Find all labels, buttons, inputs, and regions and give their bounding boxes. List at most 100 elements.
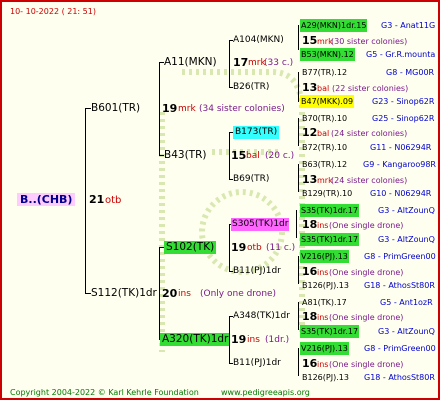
- gen2-count: 15: [231, 149, 247, 162]
- gen4-origin: G8 - PrimGreen00: [364, 344, 436, 353]
- connector-line: [229, 224, 230, 271]
- connector-line: [229, 316, 230, 363]
- gen3-count: 12: [302, 126, 318, 139]
- gen3-note: (One single drone): [329, 360, 404, 369]
- gen1-note: (Only one drone): [200, 289, 277, 299]
- gen1-code: ins: [178, 289, 191, 299]
- gen2-note: (1dr.): [265, 335, 290, 345]
- gen2-code: otb: [247, 243, 262, 253]
- gen4-label[interactable]: B77(TR).12: [302, 66, 347, 79]
- connector-line: [298, 348, 299, 376]
- connector-line: [298, 118, 299, 146]
- gen3-label[interactable]: B11(PJ)1dr: [233, 265, 281, 278]
- gen2-note: (33 c.): [264, 58, 294, 68]
- gen3-label[interactable]: B26(TR): [233, 81, 269, 94]
- gen3-label[interactable]: B11(PJ)1dr: [233, 357, 281, 370]
- gen1-code: mrk: [178, 104, 196, 114]
- gen3-count: 13: [302, 81, 318, 94]
- connector-line: [159, 62, 160, 155]
- gen3-code: ins: [317, 313, 329, 322]
- gen2-label[interactable]: S102(TK): [164, 241, 217, 254]
- gen4-label[interactable]: B72(TR).10: [302, 141, 347, 154]
- gen4-origin: G9 - Kangaroo98R: [363, 160, 436, 169]
- gen3-note: (24 sister colonies): [331, 176, 408, 185]
- gen4-label[interactable]: A81(TK).17: [302, 296, 347, 309]
- gen4-label[interactable]: B126(PJ).13: [302, 279, 349, 292]
- connector-line: [298, 256, 299, 284]
- gen4-label[interactable]: B70(TR).10: [302, 112, 347, 125]
- connector-line: [229, 132, 230, 179]
- gen1-count: 20: [162, 287, 178, 300]
- gen1-parent-label[interactable]: S112(TK)1dr: [91, 287, 157, 300]
- gen3-count: 15: [302, 34, 318, 47]
- gen3-note: (One single drone): [329, 313, 404, 322]
- connector-line: [298, 302, 299, 330]
- gen4-label[interactable]: B126(PJ).13: [302, 371, 349, 384]
- gen4-label[interactable]: B53(MKN).12: [300, 48, 355, 61]
- gen3-count: 18: [302, 218, 318, 231]
- gen3-count: 13: [302, 173, 318, 186]
- gen4-label[interactable]: A29(MKN)1dr.15: [300, 19, 368, 32]
- gen4-label[interactable]: B47(MKK).09: [300, 95, 355, 108]
- gen3-count: 18: [302, 310, 318, 323]
- gen4-label[interactable]: B63(TR).12: [302, 158, 347, 171]
- gen4-label[interactable]: S35(TK)1dr.17: [300, 325, 360, 338]
- gen2-code: bal: [246, 151, 260, 161]
- gen3-label[interactable]: A348(TK)1dr: [233, 310, 290, 323]
- gen3-label[interactable]: B173(TR): [233, 126, 280, 139]
- gen4-origin: G3 - AltZounQ: [378, 206, 435, 215]
- gen3-code: ins: [317, 221, 329, 230]
- gen4-label[interactable]: V216(PJ).13: [300, 342, 349, 355]
- website-link[interactable]: www.pedigreeapis.org: [221, 386, 310, 398]
- pedigreeapis-watermark: [159, 69, 305, 352]
- connector-line: [298, 164, 299, 192]
- gen4-origin: G3 - Anat11G: [381, 21, 436, 30]
- gen2-note: (20 c.): [265, 151, 295, 161]
- gen2-count: 19: [231, 241, 247, 254]
- copyright-text: Copyright 2004-2022 © Karl Kehrle Founda…: [10, 388, 199, 397]
- gen2-count: 19: [231, 333, 247, 346]
- gen3-code: ins: [317, 360, 329, 369]
- gen4-origin: G8 - PrimGreen00: [364, 252, 436, 261]
- gen3-code: bal: [317, 84, 330, 93]
- gen4-origin: G8 - MG00R: [386, 68, 435, 77]
- gen4-origin: G25 - Sinop62R: [372, 114, 435, 123]
- gen2-label[interactable]: A320(TK)1dr: [160, 333, 231, 346]
- gen4-origin: G5 - Ant1ozR: [380, 298, 433, 307]
- gen4-origin: G11 - N06294R: [370, 143, 432, 152]
- gen2-code: ins: [247, 335, 260, 345]
- gen2-label[interactable]: A11(MKN): [164, 56, 217, 69]
- connector-line: [298, 72, 299, 102]
- gen4-origin: G18 - AthosSt80R: [364, 373, 435, 382]
- gen3-code: bal: [317, 129, 330, 138]
- gen3-note: (One single drone): [329, 268, 404, 277]
- gen4-origin: G3 - AltZounQ: [378, 327, 435, 336]
- gen3-label[interactable]: B69(TR): [233, 173, 269, 186]
- gen3-count: 16: [302, 357, 318, 370]
- root-count: 21: [89, 193, 105, 206]
- gen2-label[interactable]: B43(TR): [164, 149, 206, 162]
- date-stamp: 10- 10-2022 ( 21: 51): [10, 7, 96, 16]
- gen3-count: 16: [302, 265, 318, 278]
- gen4-label[interactable]: V216(PJ).13: [300, 250, 349, 263]
- gen4-label[interactable]: B129(TR).10: [302, 187, 352, 200]
- gen4-origin: G5 - Gr.R.mounta: [366, 50, 436, 59]
- connector-line: [159, 247, 160, 339]
- gen3-label[interactable]: A104(MKN): [233, 34, 284, 47]
- gen4-origin: G18 - AthosSt80R: [364, 281, 435, 290]
- gen3-label[interactable]: S305(TK)1dr: [231, 218, 290, 231]
- gen2-note: (11 c.): [266, 243, 296, 253]
- gen1-parent-label[interactable]: B601(TR): [91, 102, 140, 115]
- root-vertical-line: [85, 108, 86, 293]
- gen4-label[interactable]: S35(TK)1dr.17: [300, 204, 360, 217]
- gen1-note: (34 sister colonies): [199, 104, 285, 114]
- gen3-code: ins: [317, 268, 329, 277]
- root-label[interactable]: B..(CHB): [17, 193, 76, 206]
- gen3-note: (30 sister colonies): [331, 37, 408, 46]
- gen3-note: (22 sister colonies): [332, 84, 409, 93]
- gen4-label[interactable]: S35(TK)1dr.17: [300, 233, 360, 246]
- gen3-note: (One single drone): [329, 221, 404, 230]
- connector-line: [298, 25, 299, 50]
- gen1-count: 19: [162, 102, 178, 115]
- gen4-origin: G3 - AltZounQ: [378, 235, 435, 244]
